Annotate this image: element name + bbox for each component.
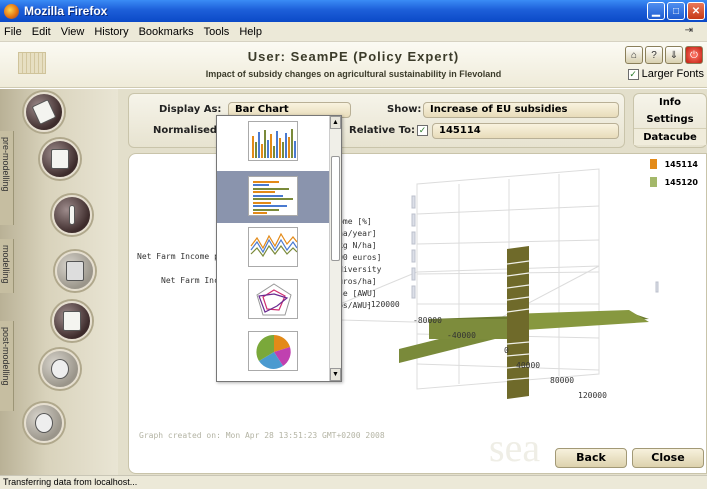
axis-tick-2: -80000 [413, 316, 442, 325]
option-vertical-bar-chart[interactable] [217, 116, 329, 168]
menu-history[interactable]: History [94, 26, 128, 38]
main-area: Display As: Bar Chart Normalised: Show: … [118, 89, 707, 475]
document-step-icon[interactable] [40, 139, 80, 179]
larger-fonts-toggle[interactable]: ✓ Larger Fonts [627, 68, 704, 80]
chart-left-label-1: Net Farm Income p [137, 252, 219, 261]
tab-post-modelling-label: post-modelling [1, 327, 11, 386]
larger-fonts-label: Larger Fonts [641, 68, 704, 80]
show-label: Show: [387, 104, 422, 115]
radar-chart-icon [248, 279, 298, 319]
horizontal-bar-chart-icon [248, 176, 298, 216]
chart-panel: sea m Income [%] O3-N/ha/year] Use [kg N… [128, 153, 707, 474]
back-button[interactable]: Back [555, 448, 627, 468]
menu-view[interactable]: View [61, 26, 85, 38]
relative-to-label: Relative To: [349, 125, 416, 136]
bar-series2-right [509, 310, 649, 330]
normalised-label: Normalised: [153, 125, 222, 136]
tab-pre-modelling-label: pre-modelling [1, 137, 11, 192]
legend-item-145114: 145114 [649, 159, 698, 169]
firefox-logo-icon [4, 3, 19, 19]
tab-modelling-label: modelling [1, 245, 11, 284]
comment-step-icon[interactable] [40, 349, 80, 389]
legend-label-145114: 145114 [664, 159, 698, 169]
menu-file[interactable]: File [4, 26, 22, 38]
display-options-panel: Display As: Bar Chart Normalised: Show: … [128, 93, 625, 148]
page-subtitle: Impact of subsidy changes on agricultura… [205, 69, 502, 79]
download-icon[interactable]: ⇓ [665, 46, 683, 64]
user-title: User: SeamPE (Policy Expert) [247, 49, 460, 64]
menu-bookmarks[interactable]: Bookmarks [139, 26, 194, 38]
relative-to-select[interactable]: 145114 [432, 123, 619, 139]
tick-mark-2 [411, 213, 416, 227]
display-as-dropdown: ▲ ▼ [216, 115, 342, 382]
menu-edit[interactable]: Edit [32, 26, 51, 38]
tab-post-modelling[interactable]: post-modelling [0, 321, 14, 411]
status-bar: Transferring data from localhost... [0, 475, 707, 489]
help-icon[interactable]: ? [645, 46, 663, 64]
line-chart-icon [248, 227, 298, 267]
legend-label-145120: 145120 [664, 177, 698, 187]
legend-swatch-145114 [649, 159, 657, 169]
maximize-button[interactable]: □ [667, 2, 685, 20]
tick-mark-4 [411, 249, 416, 263]
home-icon[interactable]: ⌂ [625, 46, 643, 64]
settings-tab[interactable]: Settings [634, 111, 706, 128]
legend-swatch-145120 [649, 177, 657, 187]
option-pie-chart[interactable] [217, 326, 329, 378]
chart-ticks [411, 195, 659, 299]
option-radar-chart[interactable] [217, 274, 329, 326]
close-button[interactable]: Close [632, 448, 704, 468]
window-title: Mozilla Firefox [24, 4, 108, 18]
bar-series1-body [507, 246, 529, 399]
graph-created-note: Graph created on: Mon Apr 28 13:51:23 GM… [139, 431, 385, 440]
tab-pre-modelling[interactable]: pre-modelling [0, 131, 14, 225]
minimize-button[interactable]: ▁ [647, 2, 665, 20]
chart-left-label-2: Net Farm Inc [161, 276, 219, 285]
menu-help[interactable]: Help [239, 26, 262, 38]
settings-step-icon[interactable] [24, 403, 64, 443]
menu-bar: File Edit View History Bookmarks Tools H… [0, 22, 707, 42]
larger-fonts-checkbox[interactable]: ✓ [627, 68, 639, 80]
menu-overflow-icon[interactable]: ⇥ [685, 25, 693, 36]
tick-mark-6 [411, 285, 416, 299]
scroll-down-icon[interactable]: ▼ [330, 368, 341, 381]
calculator-step-icon[interactable] [55, 251, 95, 291]
scroll-thumb[interactable] [331, 156, 340, 261]
legend-item-145120: 145120 [649, 177, 698, 187]
info-tab[interactable]: Info [634, 94, 706, 111]
axis-tick-7: 120000 [578, 391, 607, 400]
tick-mark-5 [411, 267, 416, 281]
window-titlebar: Mozilla Firefox ▁ □ ✕ [0, 0, 707, 22]
option-horizontal-bar-chart[interactable] [217, 171, 329, 223]
axis-tick-5: 40000 [516, 361, 541, 370]
info-panel: Info Settings Datacube [633, 93, 707, 148]
chart-step-icon[interactable] [52, 301, 92, 341]
scroll-up-icon[interactable]: ▲ [330, 116, 341, 129]
menu-tools[interactable]: Tools [204, 26, 230, 38]
relative-to-checkbox[interactable]: ✓ [417, 125, 428, 136]
dropdown-scrollbar[interactable]: ▲ ▼ [329, 116, 341, 381]
thermometer-step-icon[interactable] [52, 195, 92, 235]
axis-tick-3: -40000 [447, 331, 476, 340]
tab-modelling[interactable]: modelling [0, 239, 14, 293]
tick-mark-1 [411, 195, 416, 209]
axis-tick-1: -120000 [366, 300, 400, 309]
pie-chart-icon [248, 331, 298, 371]
datacube-tab[interactable]: Datacube [634, 128, 706, 145]
display-as-label: Display As: [159, 104, 222, 115]
workflow-sidebar: pre-modelling modelling post-modelling [0, 89, 118, 475]
farm-data-step-icon[interactable] [24, 92, 64, 132]
axis-tick-4: 0 [504, 346, 509, 355]
exit-icon[interactable]: ⏻ [685, 46, 703, 64]
tick-mark-7 [655, 281, 659, 293]
close-window-button[interactable]: ✕ [687, 2, 705, 20]
show-select[interactable]: Increase of EU subsidies [423, 102, 619, 118]
tick-mark-3 [411, 231, 416, 245]
axis-tick-6: 80000 [550, 376, 575, 385]
option-line-chart[interactable] [217, 222, 329, 274]
vertical-bar-chart-icon [248, 121, 298, 161]
app-header: User: SeamPE (Policy Expert) Impact of s… [0, 42, 707, 88]
